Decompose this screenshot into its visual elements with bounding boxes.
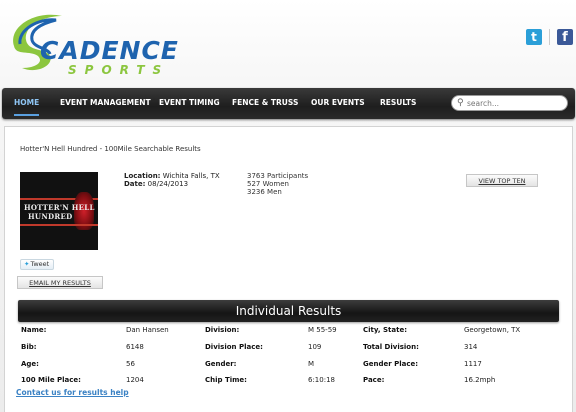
social-divider [549, 29, 550, 45]
event-logo-line1: HOTTER'N HELL [24, 203, 95, 212]
result-label: 100 Mile Place: [21, 376, 81, 384]
nav-event-timing[interactable]: EVENT TIMING [159, 88, 220, 119]
result-label: Gender Place: [363, 360, 419, 368]
result-value: M 55-59 [308, 326, 337, 334]
results-panel [4, 126, 573, 412]
individual-results-header: Individual Results [18, 300, 559, 322]
result-label: Total Division: [363, 343, 419, 351]
event-logo-line2: HUNDRED [28, 212, 73, 221]
result-label: Division Place: [205, 343, 263, 351]
result-value: 56 [126, 360, 135, 368]
nav-home[interactable]: HOME [14, 90, 40, 116]
twitter-bird-icon: ✦ [24, 260, 30, 268]
location-label: Location: [124, 172, 161, 180]
twitter-icon[interactable]: t [526, 29, 542, 45]
result-value: 1204 [126, 376, 144, 384]
event-logo-image: HOTTER'N HELL HUNDRED [20, 172, 98, 250]
result-label: Age: [21, 360, 39, 368]
facebook-icon[interactable]: f [557, 29, 573, 45]
result-value: 6:10:18 [308, 376, 335, 384]
search-icon: ⚲ [457, 98, 464, 108]
result-label: City, State: [363, 326, 408, 334]
participant-counts: 3763 Participants 527 Women 3236 Men [247, 172, 308, 196]
result-value: M [308, 360, 315, 368]
result-label: Division: [205, 326, 240, 334]
result-label: Chip Time: [205, 376, 247, 384]
result-label: Gender: [205, 360, 237, 368]
result-value: Georgetown, TX [464, 326, 521, 334]
result-value: 6148 [126, 343, 144, 351]
logo-subtitle: SPORTS [68, 63, 170, 77]
event-title: Hotter'N Hell Hundred - 100Mile Searchab… [20, 145, 201, 153]
cadence-sports-logo[interactable]: CADENCE SPORTS [6, 8, 186, 78]
date-label: Date: [124, 180, 146, 188]
logo-wordmark: CADENCE [40, 36, 179, 65]
search-input[interactable] [467, 97, 563, 109]
location-value: Wichita Falls, TX [162, 172, 220, 180]
tweet-label: Tweet [30, 260, 50, 268]
result-value: Dan Hansen [126, 326, 169, 334]
result-value: 314 [464, 343, 478, 351]
event-location-date: Location: Wichita Falls, TX Date: 08/24/… [124, 172, 220, 188]
result-value: 1117 [464, 360, 482, 368]
participants-total: 3763 Participants [247, 172, 309, 180]
date-value: 08/24/2013 [147, 180, 189, 188]
result-label: Bib: [21, 343, 37, 351]
nav-event-management[interactable]: EVENT MANAGEMENT [60, 88, 151, 119]
search-box[interactable]: ⚲ [451, 95, 568, 111]
tweet-button[interactable]: ✦Tweet [20, 259, 54, 270]
nav-fence-truss[interactable]: FENCE & TRUSS [232, 88, 298, 119]
nav-our-events[interactable]: OUR EVENTS [311, 88, 365, 119]
logo-stripe [20, 224, 98, 226]
result-label: Pace: [363, 376, 385, 384]
nav-results[interactable]: RESULTS [380, 88, 416, 119]
result-label: Name: [21, 326, 47, 334]
participants-men: 3236 Men [247, 188, 282, 196]
email-results-button[interactable]: EMAIL MY RESULTS [17, 276, 103, 289]
result-value: 16.2mph [464, 376, 496, 384]
view-top-ten-button[interactable]: VIEW TOP TEN [466, 174, 538, 187]
result-value: 109 [308, 343, 322, 351]
contact-help-link[interactable]: Contact us for results help [16, 388, 129, 397]
participants-women: 527 Women [247, 180, 289, 188]
